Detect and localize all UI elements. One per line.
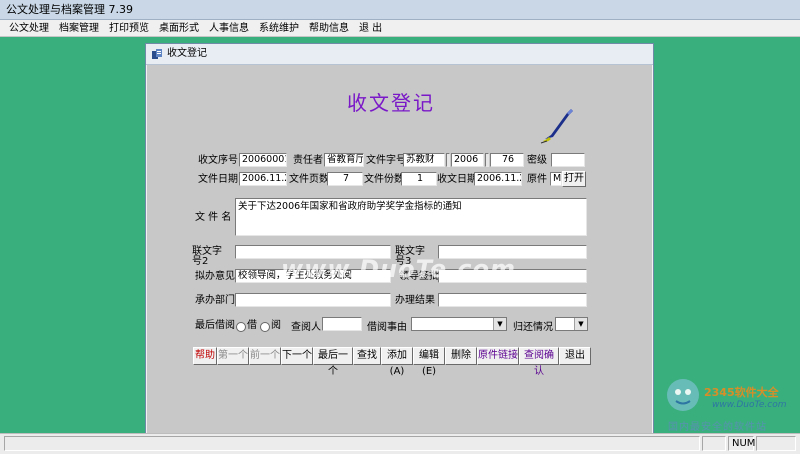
status-num: NUM xyxy=(728,436,755,451)
doc-bracket-close xyxy=(485,153,489,167)
file-date-field[interactable]: 2006.11.20 xyxy=(239,172,287,186)
reader-field[interactable] xyxy=(322,317,362,331)
original-link-button[interactable]: 原件链接 xyxy=(477,347,519,365)
window-title-bar[interactable]: 收文登记 xyxy=(146,44,653,65)
find-button[interactable]: 查找 xyxy=(353,347,381,365)
file-date-label: 文件日期 xyxy=(198,174,238,185)
recv-date-label: 收文日期 xyxy=(437,174,477,185)
borrow-radio[interactable] xyxy=(236,322,246,332)
return-select[interactable]: ▼ xyxy=(555,317,588,331)
doc-bracket-open xyxy=(446,153,450,167)
edit-button[interactable]: 编辑(E) xyxy=(413,347,445,377)
watermark-url: www.DuoTe.com xyxy=(712,400,787,410)
menu-personnel[interactable]: 人事信息 xyxy=(204,20,254,37)
form-heading: 收文登记 xyxy=(347,91,435,115)
menu-desktop-mode[interactable]: 桌面形式 xyxy=(154,20,204,37)
status-scrl xyxy=(756,436,796,451)
read-radio-label: 阅 xyxy=(271,320,281,331)
app-window-icon xyxy=(152,49,162,59)
link1-label: 联文字号2 xyxy=(192,246,222,267)
app-title: 公文处理与档案管理 7.39 xyxy=(6,3,133,16)
pages-field[interactable]: 7 xyxy=(327,172,363,186)
window-title: 收文登记 xyxy=(167,48,207,59)
file-name-label: 文 件 名 xyxy=(195,212,232,223)
menu-doc-processing[interactable]: 公文处理 xyxy=(4,20,54,37)
result-field[interactable] xyxy=(438,293,587,307)
file-name-field[interactable]: 关于下达2006年国家和省政府助学奖学金指标的通知 xyxy=(235,198,587,236)
center-watermark: www.DuoTe.com xyxy=(281,255,516,283)
reader-label: 查阅人 xyxy=(291,322,321,333)
mascot-icon xyxy=(667,379,699,411)
owner-field[interactable]: 省教育厅 xyxy=(324,153,364,167)
reason-label: 借阅事由 xyxy=(367,322,407,333)
original-label: 原件 xyxy=(527,174,547,185)
next-button[interactable]: 下一个 xyxy=(281,347,313,365)
copies-label: 文件份数 xyxy=(364,174,404,185)
secret-field[interactable] xyxy=(551,153,585,167)
delete-button[interactable]: 删除 xyxy=(445,347,477,365)
borrow-label: 最后借阅 xyxy=(195,320,235,331)
serial-label: 收文序号 xyxy=(198,155,238,166)
app-title-bar: 公文处理与档案管理 7.39 xyxy=(0,0,800,20)
reason-select[interactable]: ▼ xyxy=(411,317,507,331)
secret-label: 密级 xyxy=(527,155,547,166)
result-label: 办理结果 xyxy=(395,295,435,306)
menu-print-preview[interactable]: 打印预览 xyxy=(104,20,154,37)
return-label: 归还情况 xyxy=(513,322,553,333)
menu-system[interactable]: 系统维护 xyxy=(254,20,304,37)
read-radio[interactable] xyxy=(260,322,270,332)
status-caps xyxy=(702,436,726,451)
dept-field[interactable] xyxy=(235,293,391,307)
menu-exit[interactable]: 退 出 xyxy=(354,20,387,37)
owner-label: 责任者 xyxy=(293,155,323,166)
borrow-radio-label: 借 xyxy=(247,320,257,331)
watermark-brand: 2345软件大全 xyxy=(704,386,779,399)
menu-bar: 公文处理 档案管理 打印预览 桌面形式 人事信息 系统维护 帮助信息 退 出 xyxy=(0,20,800,37)
copies-field[interactable]: 1 xyxy=(401,172,437,186)
serial-field[interactable]: 20060001 xyxy=(239,153,287,167)
site-watermark: 2345软件大全 www.DuoTe.com 国内最安全的软件站 xyxy=(660,376,800,436)
first-button[interactable]: 第一个 xyxy=(217,347,249,365)
status-main xyxy=(4,436,700,451)
doc-org-field[interactable]: 苏教财 xyxy=(403,153,445,167)
original-field[interactable]: M xyxy=(550,172,562,186)
help-button[interactable]: 帮助 xyxy=(193,347,217,365)
status-bar: NUM xyxy=(0,433,800,454)
menu-help[interactable]: 帮助信息 xyxy=(304,20,354,37)
confirm-read-button[interactable]: 查阅确认 xyxy=(519,347,559,377)
chevron-down-icon[interactable]: ▼ xyxy=(493,318,506,330)
pages-label: 文件页数 xyxy=(289,174,329,185)
menu-archive[interactable]: 档案管理 xyxy=(54,20,104,37)
opinion-label: 拟办意见 xyxy=(195,271,235,282)
pen-icon xyxy=(540,109,573,144)
doc-no-label: 文件字号 xyxy=(366,155,406,166)
receive-register-window: 收文登记 收文登记 收文序号 20060001 责任者 省教育厅 文件字号 苏教… xyxy=(145,43,654,435)
open-button[interactable]: 打开 xyxy=(562,171,586,187)
dept-label: 承办部门 xyxy=(195,295,235,306)
chevron-down-icon[interactable]: ▼ xyxy=(574,318,587,330)
doc-year-field[interactable]: 2006 xyxy=(451,153,484,167)
receive-form: 收文登记 收文序号 20060001 责任者 省教育厅 文件字号 苏教财 200… xyxy=(147,65,652,434)
add-button[interactable]: 添加(A) xyxy=(381,347,413,377)
last-button[interactable]: 最后一个 xyxy=(313,347,353,377)
doc-num-field[interactable]: 76 xyxy=(490,153,524,167)
watermark-subtitle: 国内最安全的软件站 xyxy=(668,422,767,433)
prev-button[interactable]: 前一个 xyxy=(249,347,281,365)
recv-date-field[interactable]: 2006.11.26 xyxy=(474,172,522,186)
exit-button[interactable]: 退出 xyxy=(559,347,591,365)
